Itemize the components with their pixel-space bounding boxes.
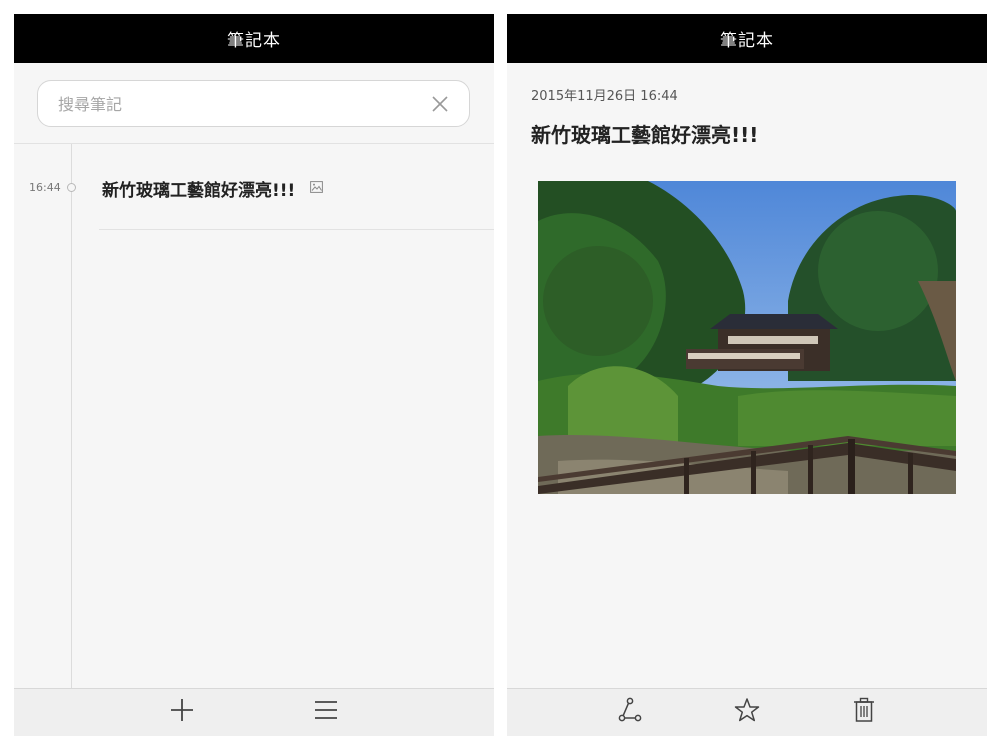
star-icon — [734, 698, 760, 722]
item-divider — [99, 229, 494, 230]
search-box[interactable] — [37, 80, 470, 127]
plus-icon — [171, 699, 193, 721]
note-title: 新竹玻璃工藝館好漂亮!!! — [531, 123, 759, 147]
image-attachment-icon — [310, 181, 323, 193]
note-title: 新竹玻璃工藝館好漂亮!!! — [102, 181, 296, 201]
app-title: 筆記本 — [507, 14, 987, 63]
bottom-toolbar — [507, 688, 987, 736]
note-date: 2015年11月26日 16:44 — [531, 89, 678, 104]
search-input[interactable] — [58, 89, 418, 119]
note-time: 16:44 — [29, 181, 61, 194]
new-note-button[interactable] — [152, 697, 212, 736]
share-button[interactable] — [600, 697, 660, 736]
bottom-toolbar — [14, 688, 494, 736]
share-icon — [618, 697, 642, 722]
trash-icon — [854, 697, 874, 722]
note-list-screen: 筆記本 16:44 新竹玻璃工藝館好漂亮!!! — [14, 14, 494, 736]
clear-icon[interactable] — [429, 93, 451, 115]
note-list-item[interactable]: 16:44 新竹玻璃工藝館好漂亮!!! — [14, 159, 494, 231]
delete-button[interactable] — [834, 697, 894, 736]
favorite-button[interactable] — [717, 697, 777, 736]
note-photo[interactable] — [538, 181, 956, 494]
note-detail-screen: 筆記本 2015年11月26日 16:44 新竹玻璃工藝館好漂亮!!! — [507, 14, 987, 736]
menu-button[interactable] — [296, 697, 356, 736]
timeline-dot — [67, 183, 76, 192]
divider — [14, 143, 494, 144]
app-title: 筆記本 — [14, 14, 494, 63]
menu-icon — [315, 701, 337, 719]
